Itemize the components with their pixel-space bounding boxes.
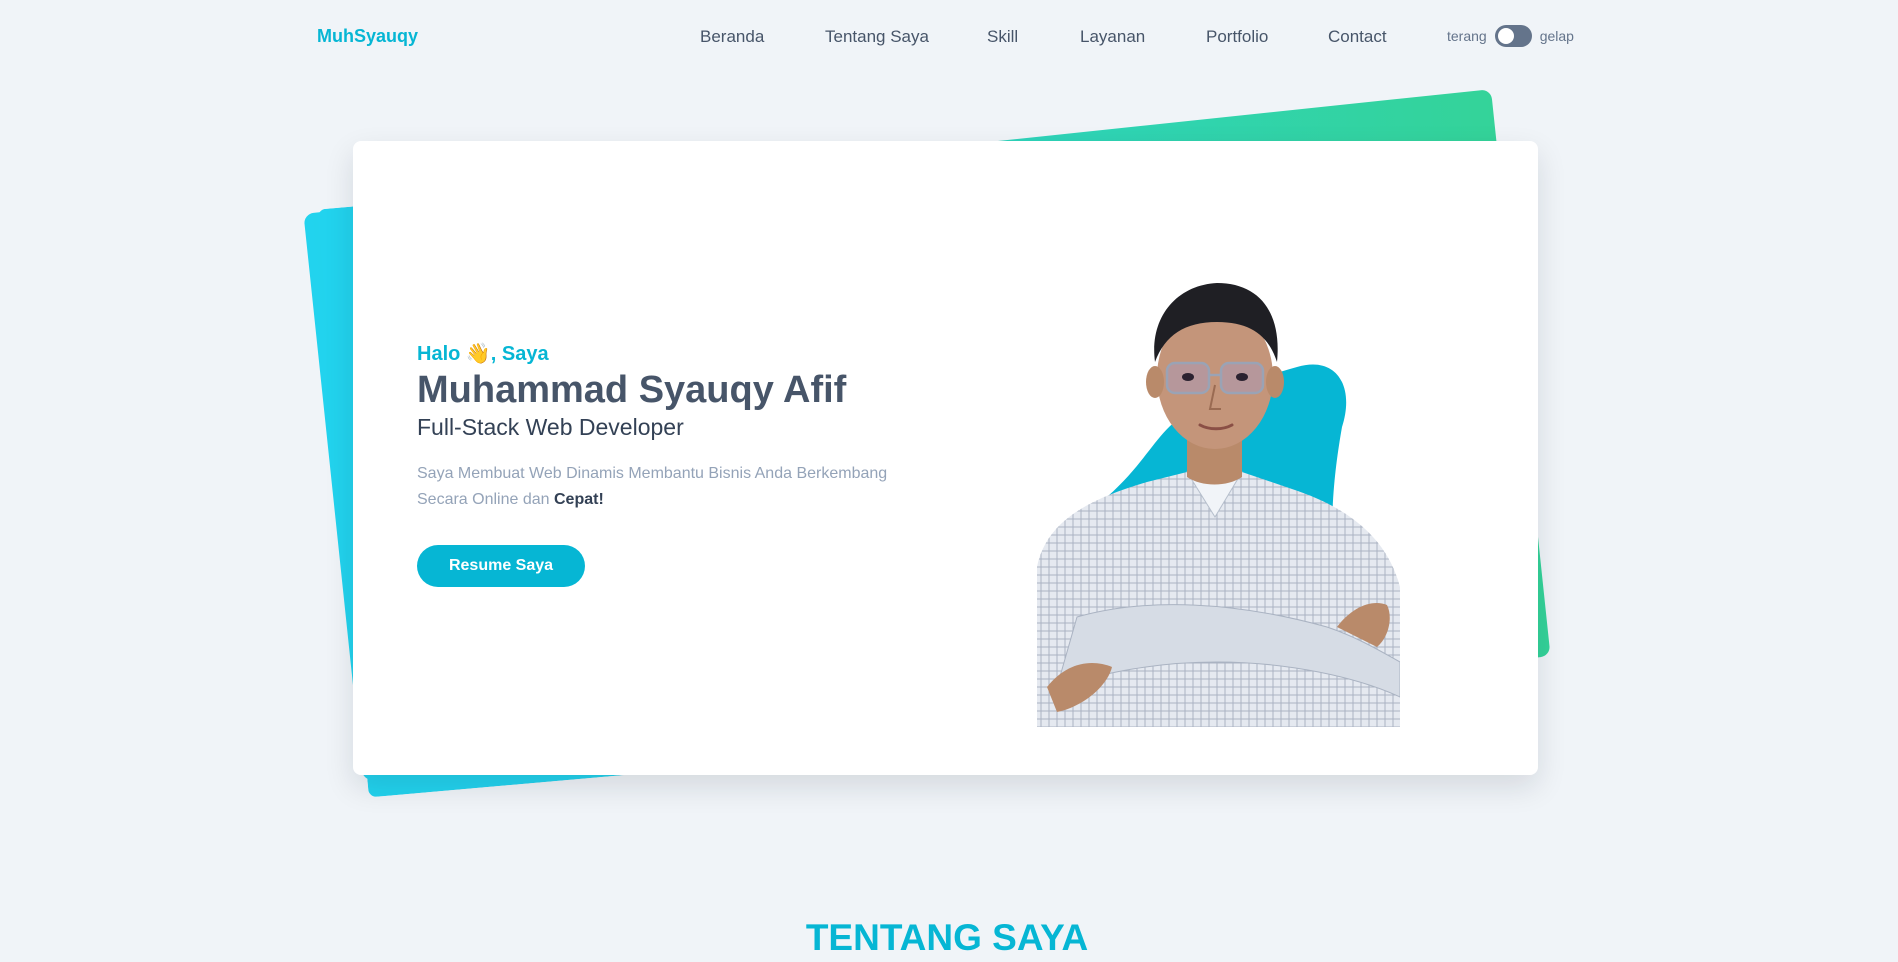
hero-card: Halo 👋, Saya Muhammad Syauqy Afif Full-S… <box>353 141 1538 775</box>
theme-switch-knob <box>1497 28 1514 44</box>
hero-greeting: Halo 👋, Saya <box>417 343 549 365</box>
theme-toggle: terang gelap <box>1447 25 1574 47</box>
hero-description: Saya Membuat Web Dinamis Membantu Bisnis… <box>417 461 917 513</box>
section-title-tentang-saya: TENTANG SAYA <box>805 917 1089 958</box>
resume-button[interactable]: Resume Saya <box>417 545 585 587</box>
nav-link-portfolio[interactable]: Portfolio <box>1206 27 1268 47</box>
theme-light-label: terang <box>1447 28 1487 44</box>
theme-switch[interactable] <box>1494 25 1532 47</box>
brand-logo[interactable]: MuhSyauqy <box>317 26 418 47</box>
hero-name: Muhammad Syauqy Afif <box>417 369 847 411</box>
nav-link-layanan[interactable]: Layanan <box>1080 27 1145 47</box>
hero-description-text: Saya Membuat Web Dinamis Membantu Bisnis… <box>417 465 888 508</box>
theme-dark-label: gelap <box>1539 28 1574 44</box>
nav-link-skill[interactable]: Skill <box>987 27 1018 47</box>
page: MuhSyauqy Beranda Tentang Saya Skill Lay… <box>0 0 1898 962</box>
hero-description-emphasis: Cepat! <box>553 491 604 508</box>
hero-role: Full-Stack Web Developer <box>417 414 684 440</box>
profile-photo <box>1037 267 1400 727</box>
nav-link-tentang-saya[interactable]: Tentang Saya <box>825 27 929 47</box>
nav-link-contact[interactable]: Contact <box>1328 27 1387 47</box>
nav-link-beranda[interactable]: Beranda <box>700 27 764 47</box>
